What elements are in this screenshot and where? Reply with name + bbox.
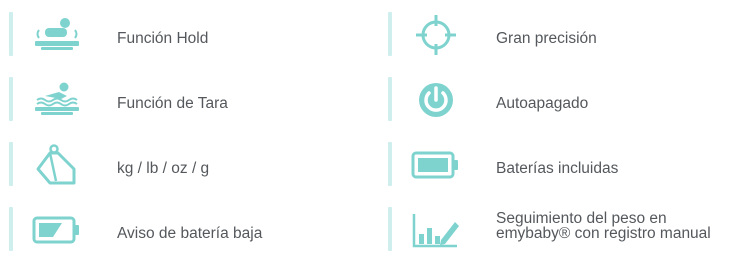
divider — [9, 12, 13, 56]
feature-label: Baterías incluidas — [496, 159, 619, 177]
feature-label: Autoapagado — [496, 94, 589, 112]
crosshair-icon — [402, 10, 470, 60]
power-icon — [402, 75, 470, 125]
features-grid: Función Hold Gran precisión Función de T… — [0, 0, 750, 259]
feature-label-line2: emybaby® con registro manual — [496, 225, 711, 242]
feature-batteries: Baterías incluidas — [388, 140, 748, 196]
baby-on-scale-icon — [23, 10, 91, 60]
feature-tare: Función de Tara — [9, 75, 349, 131]
divider — [388, 207, 392, 251]
swimming-baby-on-scale-icon — [23, 75, 91, 125]
feature-label-line1: Seguimiento del peso en — [496, 210, 667, 227]
feature-hold: Función Hold — [9, 10, 349, 66]
divider — [388, 77, 392, 121]
full-battery-icon — [402, 140, 470, 190]
feature-label: Aviso de batería baja — [117, 224, 263, 242]
feature-label: Función Hold — [117, 29, 209, 47]
divider — [9, 77, 13, 121]
feature-auto-off: Autoapagado — [388, 75, 748, 131]
divider — [9, 142, 13, 186]
feature-label: Función de Tara — [117, 94, 228, 112]
feature-label: kg / lb / oz / g — [117, 159, 210, 177]
divider — [388, 12, 392, 56]
feature-precision: Gran precisión — [388, 10, 748, 66]
feature-low-battery: Aviso de batería baja — [9, 205, 349, 261]
divider — [388, 142, 392, 186]
chart-pencil-icon — [402, 205, 470, 255]
weight-icon — [23, 140, 91, 190]
low-battery-icon — [23, 205, 91, 255]
feature-units: kg / lb / oz / g — [9, 140, 349, 196]
feature-weight-tracking: Seguimiento del peso en emybaby® con reg… — [388, 205, 748, 261]
feature-label: Seguimiento del peso en emybaby® con reg… — [496, 210, 711, 242]
feature-label: Gran precisión — [496, 29, 597, 47]
divider — [9, 207, 13, 251]
